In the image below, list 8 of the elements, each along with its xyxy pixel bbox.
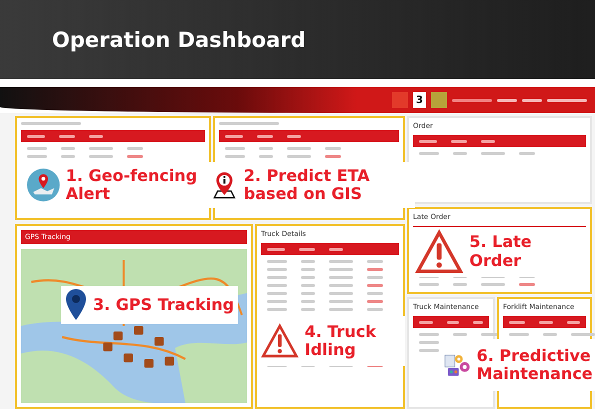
- map-pin-icon: [65, 288, 87, 322]
- callout-label: 5. Late Order: [411, 226, 589, 276]
- status-icon[interactable]: [431, 92, 447, 108]
- callout-label: 3. GPS Tracking: [61, 286, 238, 324]
- alert-icon[interactable]: [392, 92, 408, 108]
- warning-icon: [415, 228, 464, 274]
- slide-title: Operation Dashboard: [52, 28, 306, 52]
- notification-badge[interactable]: 3: [413, 92, 426, 108]
